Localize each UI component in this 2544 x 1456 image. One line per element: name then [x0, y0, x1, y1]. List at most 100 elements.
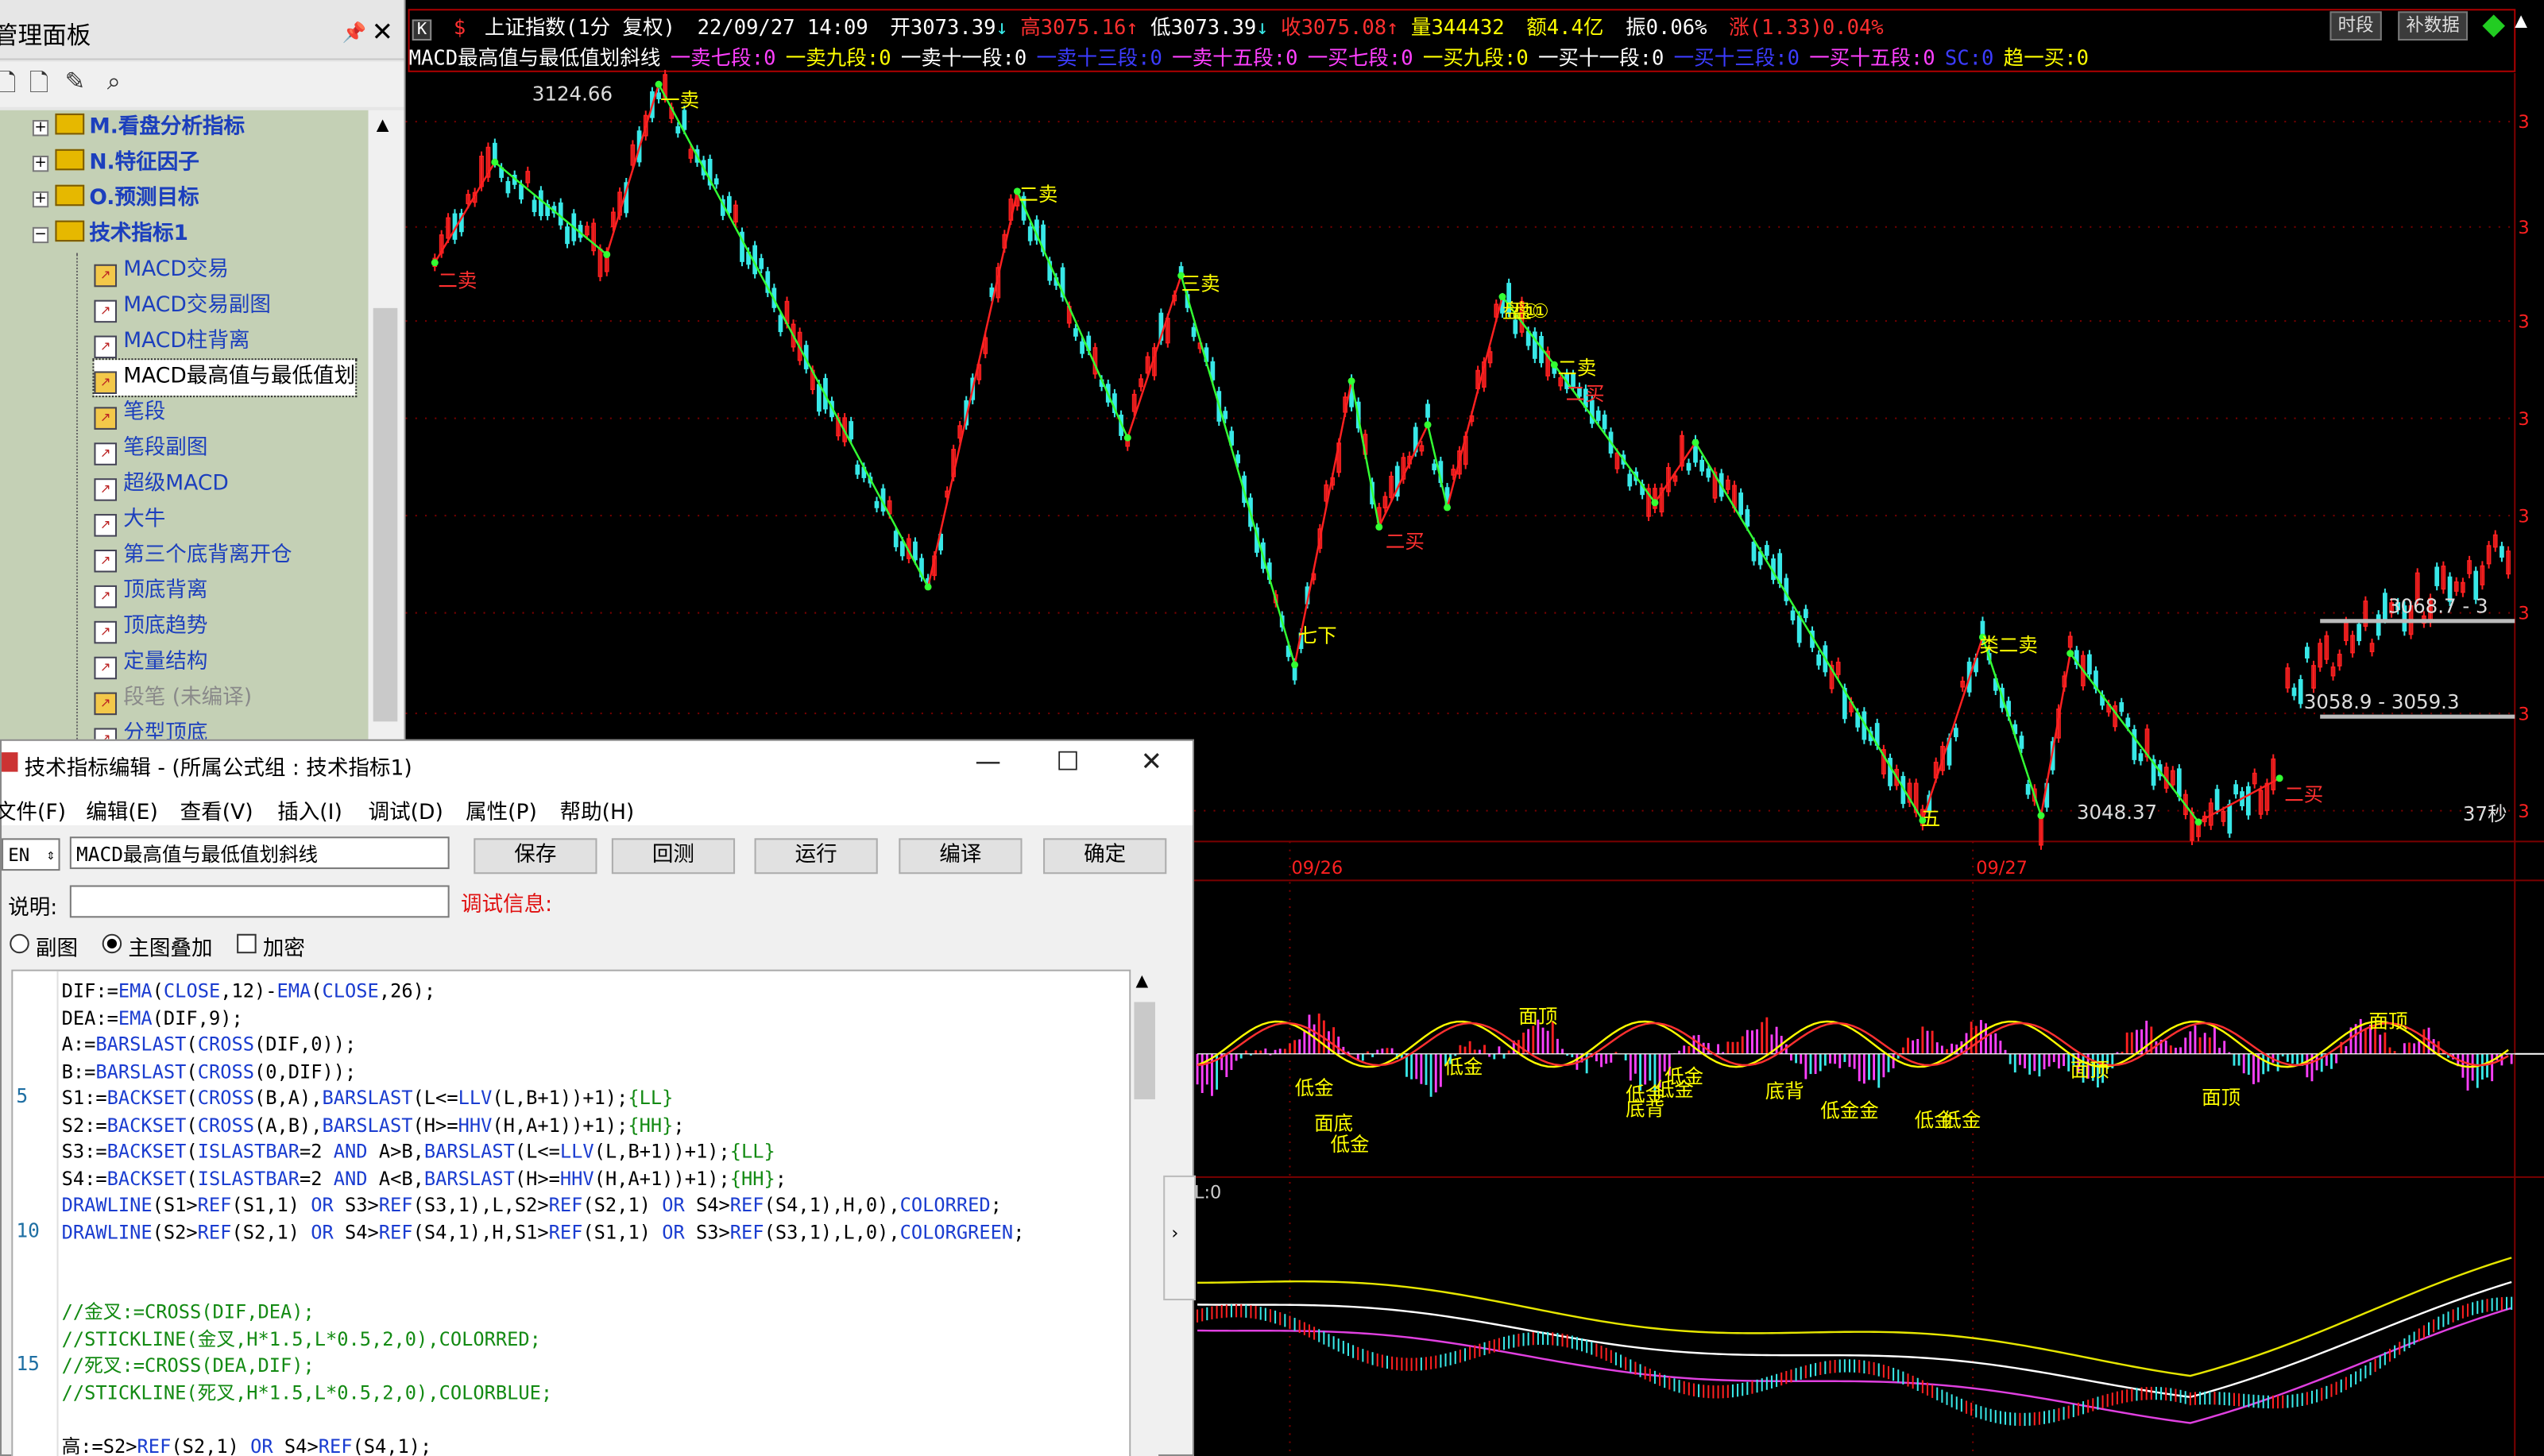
candle-body — [1738, 492, 1744, 516]
axis-tick-label: 3 — [2518, 218, 2529, 238]
chart-mode-badge[interactable]: K — [412, 19, 432, 41]
tree-item[interactable]: ↗ MACD交易 — [94, 253, 229, 288]
manage-panel: 管理面板 📌 ✕ 🗋 🗋 ✎ ⌕ + M.看盘分析指标 + N.特征因子 + O.预测目标… — [0, 0, 406, 740]
scroll-up-icon[interactable]: ▲ — [377, 117, 389, 134]
folder-icon — [55, 220, 85, 242]
tree-item[interactable]: ↗ 第三个底背离开仓 — [94, 539, 292, 574]
scroll-up-icon[interactable]: ▲ — [1135, 973, 1148, 991]
pivot-point — [1123, 434, 1131, 442]
main-overlay-radio[interactable] — [102, 933, 122, 954]
fill-data-button[interactable]: 补数据 — [2398, 11, 2469, 41]
formula-tree[interactable]: + M.看盘分析指标 + N.特征因子 + O.预测目标 − 技术指标1 ↗ MACD交易 ↗ MAC… — [0, 110, 369, 740]
run-button[interactable]: 运行 — [754, 838, 878, 875]
chart-datetime: 22/09/27 14:09 — [697, 14, 868, 39]
signal-label: 一卖 — [660, 89, 699, 112]
expand-toggle-icon[interactable]: + — [32, 155, 49, 172]
tree-item[interactable]: ↗ 段笔 (未编译) — [94, 681, 252, 716]
tree-folder[interactable]: − 技术指标1 — [32, 218, 188, 253]
maximize-icon[interactable]: ☐ — [1056, 746, 1079, 777]
minimize-icon[interactable]: — — [975, 746, 1001, 777]
dialog-menubar: 文件(F) 编辑(E) 查看(V) 插入(I) 调试(D) 属性(P) 帮助(H) — [0, 790, 1193, 825]
menu-item[interactable]: 编辑(E) — [86, 794, 158, 825]
formula-name-input[interactable]: MACD最高值与最低值划斜线 — [69, 836, 450, 870]
tree-folder[interactable]: + O.预测目标 — [32, 182, 199, 218]
chart-low: 低3073.39 — [1150, 14, 1257, 39]
expand-toggle-icon[interactable]: + — [32, 120, 49, 137]
compile-button[interactable]: 编译 — [899, 838, 1023, 875]
subchart-radio[interactable] — [10, 933, 29, 954]
pivot-point — [1375, 523, 1383, 531]
menu-item[interactable]: 插入(I) — [277, 794, 342, 825]
new-formula-icon[interactable]: 🗋 — [29, 67, 49, 107]
menu-item[interactable]: 文件(F) — [0, 794, 66, 825]
tree-item[interactable]: ↗ 大牛 — [94, 503, 165, 539]
macd-signal-label: 底背 — [1765, 1079, 1804, 1103]
tree-item[interactable]: ↗ 分型顶底 — [94, 716, 207, 740]
code-line: S3:=BACKSET(ISLASTBAR=2 AND A>B,BARSLAST… — [61, 1139, 775, 1163]
indicator-value: 趋一买:0 — [2003, 45, 2089, 70]
encrypt-checkbox[interactable] — [237, 933, 257, 954]
spin-icon: ⇕ — [46, 848, 56, 864]
candle-body — [1764, 545, 1769, 556]
menu-item[interactable]: 查看(V) — [180, 794, 253, 825]
code-scrollbar-thumb[interactable] — [1134, 1002, 1155, 1099]
tree-node-label: 定量结构 — [123, 650, 208, 675]
tree-item[interactable]: ↗ MACD柱背离 — [94, 324, 249, 360]
candle-body — [1751, 541, 1757, 562]
close-icon[interactable]: ✕ — [372, 16, 393, 47]
tree-scrollbar-thumb[interactable] — [373, 307, 398, 722]
zigzag-segment — [1378, 424, 1429, 527]
candle-body — [565, 226, 570, 245]
tree-item[interactable]: ↗ 笔段副图 — [94, 431, 207, 467]
candle-body — [2500, 546, 2504, 558]
language-select[interactable]: EN ⇕ — [2, 838, 60, 871]
candle-body — [2233, 784, 2239, 795]
edit-icon[interactable]: ✎ — [65, 67, 86, 96]
expand-toggle-icon[interactable]: + — [32, 191, 49, 208]
tree-item[interactable]: ↗ MACD交易副图 — [94, 288, 271, 324]
tree-scrollbar[interactable]: ▲ — [368, 110, 404, 740]
formula-icon: ↗ — [94, 549, 118, 573]
chart-volume: 量344432 — [1410, 14, 1505, 39]
tree-node-label: MACD交易 — [123, 257, 229, 283]
tree-folder[interactable]: + M.看盘分析指标 — [32, 110, 245, 146]
indicator-value: 一买七段:0 — [1307, 45, 1413, 70]
pivot-point — [1424, 421, 1432, 429]
code-line: S1:=BACKSET(CROSS(B,A),BARSLAST(L<=LLV(L… — [61, 1086, 674, 1110]
expand-toggle-icon[interactable]: − — [32, 226, 49, 244]
tree-item[interactable]: ↗ 顶底趋势 — [94, 609, 207, 645]
axis-tick-label: 3 — [2518, 409, 2529, 430]
chevron-up-icon[interactable]: ▲ — [2515, 13, 2527, 30]
tree-item[interactable]: ↗ 超级MACD — [94, 467, 229, 503]
pin-icon[interactable]: 📌 — [342, 21, 367, 44]
close-icon[interactable]: ✕ — [1141, 746, 1162, 777]
pivot-point — [1651, 499, 1659, 507]
backtest-button[interactable]: 回测 — [611, 838, 736, 875]
candle-body — [2376, 614, 2381, 636]
tree-item[interactable]: ↗ 顶底背离 — [94, 574, 207, 610]
candle-body — [855, 464, 860, 475]
chart-open: 开3073.39 — [890, 14, 996, 39]
candle-body — [2025, 783, 2031, 795]
confirm-button[interactable]: 确定 — [1043, 838, 1167, 875]
code-editor[interactable]: DIF:=EMA(CLOSE,12)-EMA(CLOSE,26); DEA:=EM… — [11, 969, 1131, 1456]
tree-item[interactable]: ↗ 笔段 — [94, 396, 165, 431]
menu-item[interactable]: 调试(D) — [369, 794, 443, 825]
new-file-icon[interactable]: 🗋 — [0, 67, 17, 107]
code-scrollbar[interactable]: ▲ — [1131, 969, 1159, 1456]
search-icon[interactable]: ⌕ — [107, 67, 121, 96]
tree-item[interactable]: ↗ MACD最高值与最低值划 — [92, 358, 358, 398]
menu-item[interactable]: 帮助(H) — [560, 794, 635, 825]
formula-icon: ↗ — [94, 585, 118, 608]
code-line: DRAWLINE(S2>REF(S2,1) OR S4>REF(S4,1),H,… — [61, 1220, 1025, 1243]
timeshare-button[interactable]: 时段 — [2329, 11, 2382, 41]
tree-item[interactable]: ↗ 定量结构 — [94, 645, 207, 681]
expand-panel-button[interactable]: › — [1163, 1175, 1197, 1301]
tree-folder[interactable]: + N.特征因子 — [32, 146, 199, 182]
tree-node-label: 笔段副图 — [123, 436, 208, 461]
description-input[interactable] — [69, 885, 450, 918]
save-button[interactable]: 保存 — [474, 838, 597, 875]
signal-label: 二买 — [1386, 530, 1425, 553]
menu-item[interactable]: 属性(P) — [466, 794, 537, 825]
zigzag-segment — [658, 83, 930, 588]
